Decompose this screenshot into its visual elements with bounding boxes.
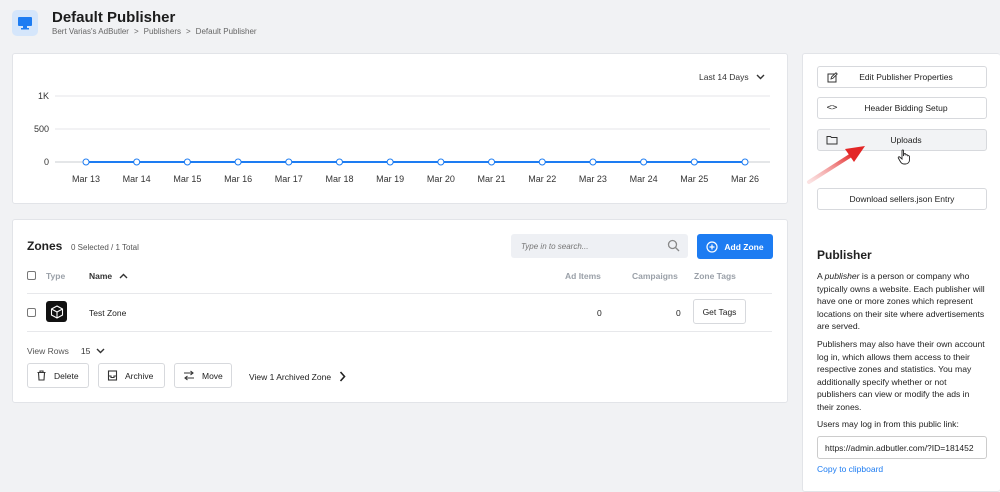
x-tick-label: Mar 17 — [275, 174, 303, 184]
x-tick-label: Mar 18 — [325, 174, 353, 184]
x-tick-label: Mar 20 — [427, 174, 455, 184]
archive-button[interactable]: Archive — [98, 363, 165, 388]
add-zone-label: Add Zone — [724, 241, 764, 252]
x-tick-label: Mar 23 — [579, 174, 607, 184]
public-link-caption: Users may log in from this public link: — [817, 419, 959, 429]
code-icon: <> — [826, 103, 838, 113]
header-bidding-setup-button[interactable]: <> Header Bidding Setup — [817, 97, 987, 119]
x-tick-label: Mar 24 — [630, 174, 658, 184]
trash-icon — [37, 370, 46, 381]
column-zone-tags: Zone Tags — [694, 271, 736, 281]
view-rows-label: View Rows — [27, 346, 69, 356]
y-tick-label: 1K — [38, 91, 49, 101]
public-link-input[interactable] — [825, 442, 986, 453]
divider — [27, 331, 772, 332]
data-point[interactable] — [335, 158, 343, 166]
view-rows-selector[interactable]: View Rows 15 — [27, 346, 105, 356]
x-tick-label: Mar 13 — [72, 174, 100, 184]
y-tick-label: 0 — [44, 157, 49, 167]
hand-cursor-icon — [897, 149, 910, 165]
x-tick-label: Mar 16 — [224, 174, 252, 184]
chevron-down-icon — [96, 348, 105, 354]
x-tick-label: Mar 15 — [173, 174, 201, 184]
move-label: Move — [202, 370, 223, 381]
zone-search[interactable] — [511, 234, 688, 258]
zone-name[interactable]: Test Zone — [89, 308, 126, 318]
data-point[interactable] — [234, 158, 242, 166]
view-rows-value: 15 — [80, 346, 91, 356]
publisher-login-info: Publishers may also have their own accou… — [817, 339, 985, 412]
x-tick-label: Mar 21 — [478, 174, 506, 184]
x-tick-label: Mar 14 — [123, 174, 151, 184]
zone-ad-items: 0 — [597, 308, 602, 318]
annotation-arrow-icon — [807, 146, 865, 184]
chevron-right-icon — [339, 371, 346, 382]
y-tick-label: 500 — [34, 124, 49, 134]
search-icon — [667, 239, 680, 252]
data-point[interactable] — [589, 158, 597, 166]
divider — [27, 293, 772, 294]
plus-circle-icon — [706, 240, 718, 253]
zones-title: Zones — [27, 239, 63, 253]
public-link-field[interactable] — [817, 436, 987, 459]
zones-selection-count: 0 Selected / 1 Total — [71, 243, 139, 252]
x-tick-label: Mar 26 — [731, 174, 759, 184]
edit-publisher-label: Edit Publisher Properties — [859, 72, 953, 82]
delete-button[interactable]: Delete — [27, 363, 89, 388]
archive-icon — [107, 370, 118, 381]
x-tick-label: Mar 25 — [680, 174, 708, 184]
x-tick-label: Mar 19 — [376, 174, 404, 184]
zone-search-input[interactable] — [521, 241, 661, 251]
edit-icon — [818, 71, 846, 83]
column-name-label: Name — [89, 271, 113, 281]
data-point[interactable] — [82, 158, 90, 166]
data-point[interactable] — [183, 158, 191, 166]
publisher-description: A publisher is a person or company who t… — [817, 271, 985, 332]
column-campaigns[interactable]: Campaigns — [632, 271, 678, 281]
edit-publisher-properties-button[interactable]: Edit Publisher Properties — [817, 66, 987, 88]
archive-label: Archive — [125, 370, 154, 381]
column-type[interactable]: Type — [46, 271, 65, 281]
get-tags-button[interactable]: Get Tags — [693, 299, 746, 324]
select-all-checkbox[interactable] — [27, 271, 36, 280]
data-point[interactable] — [741, 158, 749, 166]
column-ad-items[interactable]: Ad Items — [565, 271, 601, 281]
move-button[interactable]: Move — [174, 363, 232, 388]
x-tick-label: Mar 22 — [528, 174, 556, 184]
data-point[interactable] — [285, 158, 293, 166]
zone-campaigns: 0 — [676, 308, 681, 318]
data-point[interactable] — [690, 158, 698, 166]
data-point[interactable] — [538, 158, 546, 166]
row-checkbox[interactable] — [27, 308, 36, 317]
cube-icon — [46, 301, 67, 322]
data-point[interactable] — [133, 158, 141, 166]
move-arrows-icon — [184, 370, 194, 381]
publisher-heading: Publisher — [817, 248, 872, 262]
add-zone-button[interactable]: Add Zone — [697, 234, 773, 259]
header-bidding-label: Header Bidding Setup — [864, 103, 948, 113]
copy-to-clipboard-link[interactable]: Copy to clipboard — [817, 464, 883, 474]
download-sellers-label: Download sellers.json Entry — [849, 194, 955, 204]
column-name[interactable]: Name — [89, 271, 128, 281]
data-point[interactable] — [437, 158, 445, 166]
data-point[interactable] — [488, 158, 496, 166]
view-archived-zones-link[interactable]: View 1 Archived Zone — [249, 371, 346, 382]
data-point[interactable] — [386, 158, 394, 166]
delete-label: Delete — [54, 370, 79, 381]
data-point[interactable] — [640, 158, 648, 166]
view-archived-label: View 1 Archived Zone — [249, 371, 332, 382]
stats-line-chart: 1K 500 0 Mar 13 Mar 14 Mar 15 Mar 16 Mar 17 Mar … — [34, 91, 770, 184]
download-sellers-json-button[interactable]: Download sellers.json Entry — [817, 188, 987, 210]
sort-ascending-icon — [119, 273, 128, 279]
